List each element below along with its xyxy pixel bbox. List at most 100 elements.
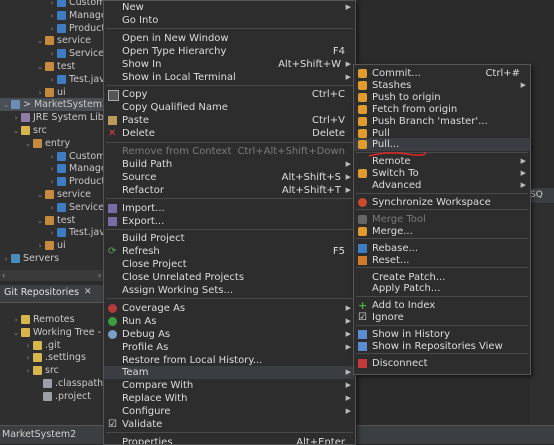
tree-item-servers[interactable]: › Servers [0, 252, 60, 266]
menu-item-source[interactable]: Source Alt+Shift+S ▶ [104, 171, 355, 184]
menu-item-label: Advanced [372, 180, 422, 192]
menu-item-compare-with[interactable]: Compare With ▶ [104, 379, 355, 392]
menu-item-shortcut: F5 [332, 246, 345, 258]
menu-separator [356, 295, 528, 297]
git-item-classpath[interactable]: .classpath [0, 377, 103, 390]
menu-item-replace-with[interactable]: Replace With ▶ [104, 392, 355, 405]
menu-item-build-path[interactable]: Build Path ▶ [104, 158, 355, 171]
gitdis-icon [358, 214, 367, 224]
tree-item-jre-system-libra[interactable]: › JRE System Libra [0, 111, 106, 124]
menu-item-close-project[interactable]: Close Project [104, 258, 355, 271]
tree-item-test[interactable]: ⌄ test [0, 214, 75, 227]
tab-git-repositories[interactable]: Git Repositories ✕ [0, 285, 106, 303]
menu-item-properties[interactable]: Properties Alt+Enter [104, 436, 355, 444]
git-item-settings[interactable]: › .settings [0, 351, 86, 364]
tree-item-entry[interactable]: ⌄ entry [0, 137, 70, 150]
menu-item-paste[interactable]: Paste Ctrl+V [104, 114, 355, 127]
menu-item-open-in-new-window[interactable]: Open in New Window [104, 32, 355, 45]
menu-item-reset[interactable]: Reset... [354, 254, 530, 267]
git-item-src[interactable]: › src [0, 364, 59, 377]
horizontal-scrollbar[interactable]: ‹ › [0, 270, 106, 281]
menu-item-ignore[interactable]: ☑ Ignore [354, 311, 530, 324]
menu-item-assign-working-sets[interactable]: Assign Working Sets... [104, 284, 355, 297]
menu-item-show-in-local-terminal[interactable]: Show in Local Terminal ▶ [104, 71, 355, 84]
expand-arrow-icon[interactable]: › [2, 253, 10, 266]
menu-item-synchronize-workspace[interactable]: Synchronize Workspace [354, 196, 530, 209]
menu-item-validate[interactable]: ☑ Validate [104, 418, 355, 431]
tree-item-ui[interactable]: › ui [0, 239, 66, 252]
git-item-working-tree[interactable]: ⌄ Working Tree - [0, 326, 101, 339]
tree-item-product-jav[interactable]: ›Product.jav [0, 175, 106, 188]
menu-item-label: Source [122, 171, 157, 183]
menu-item-merge[interactable]: Merge... [354, 225, 530, 238]
tree-item-customer-j[interactable]: ›Customer.j [0, 150, 106, 163]
menu-item-profile-as[interactable]: Profile As ▶ [104, 341, 355, 354]
tree-item-service[interactable]: ⌄ service [0, 34, 91, 47]
menu-item-delete[interactable]: ✕ Delete Delete [104, 127, 355, 140]
menu-item-refactor[interactable]: Refactor Alt+Shift+T ▶ [104, 184, 355, 197]
tree-item-test-java[interactable]: ›Test.java [0, 226, 106, 239]
tree-item-service-java[interactable]: ›Service.java [0, 47, 106, 60]
menu-item-refresh[interactable]: ⟳ Refresh F5 [104, 245, 355, 258]
scroll-right-icon[interactable]: › [98, 270, 101, 281]
java-icon [57, 23, 66, 33]
close-icon[interactable]: ✕ [84, 287, 92, 297]
tree-item-marketsystem2[interactable]: ⌄ > MarketSystem2 [0, 98, 106, 112]
tree-item-label: Customer.ja [69, 0, 106, 8]
copy-icon [108, 90, 119, 102]
tree-item-service-jav[interactable]: ›Service.jav [0, 201, 106, 214]
git-item-project[interactable]: .project [0, 390, 91, 403]
tree-item-service[interactable]: ⌄ service [0, 188, 91, 201]
menu-item-debug-as[interactable]: Debug As ▶ [104, 328, 355, 341]
folder-icon [33, 353, 42, 363]
menu-item-label: Assign Working Sets... [122, 285, 234, 296]
tree-item-test-java[interactable]: ›Test.java [0, 73, 106, 86]
folder-icon [33, 340, 42, 350]
menu-item-open-type-hierarchy[interactable]: Open Type Hierarchy F4 [104, 45, 355, 58]
menu-item-team[interactable]: Team ▶ [104, 366, 355, 380]
tree-item-manager-ja[interactable]: ›Manager.ja [0, 9, 106, 22]
tree-item-label: Product.ja [69, 22, 106, 34]
tree-item-customer-ja[interactable]: ›Customer.ja [0, 0, 106, 9]
submenu-arrow-icon: ▶ [345, 185, 351, 194]
import-icon [108, 203, 117, 213]
menu-item-copy-qualified-name[interactable]: Copy Qualified Name [104, 101, 355, 114]
submenu-arrow-icon: ▶ [345, 72, 351, 81]
status-text: MarketSystem2 [2, 429, 77, 440]
tab-sql[interactable]: SQ [530, 188, 554, 203]
tree-item-label: Manager.ja [69, 9, 106, 21]
project-explorer-tree[interactable]: ›Customer.ja›Manager.ja›Product.ja⌄servi… [0, 0, 106, 270]
menu-item-run-as[interactable]: Run As ▶ [104, 315, 355, 328]
menu-item-show-in-repositories-view[interactable]: Show in Repositories View [354, 340, 530, 353]
tree-item-test[interactable]: ⌄ test [0, 60, 75, 73]
git-item-label: .classpath [55, 378, 104, 389]
menu-item-restore-from-local-history[interactable]: Restore from Local History... [104, 354, 355, 367]
menu-item-configure[interactable]: Configure ▶ [104, 405, 355, 418]
tree-item-src[interactable]: ⌄ src [0, 124, 47, 137]
tree-item-ui[interactable]: › ui [0, 86, 66, 99]
tree-item-manager-ja[interactable]: ›Manager.ja [0, 162, 106, 175]
menu-item-close-unrelated-projects[interactable]: Close Unrelated Projects [104, 271, 355, 284]
menu-item-export[interactable]: Export... [104, 215, 355, 228]
menu-item-disconnect[interactable]: Disconnect [354, 357, 530, 370]
menu-item-advanced[interactable]: Advanced ▶ [354, 179, 530, 192]
menu-item-show-in[interactable]: Show In Alt+Shift+W ▶ [104, 58, 355, 71]
menu-item-import[interactable]: Import... [104, 202, 355, 215]
menu-item-copy[interactable]: Copy Ctrl+C [104, 88, 355, 102]
menu-separator [106, 84, 353, 86]
tree-item-product-ja[interactable]: ›Product.ja [0, 22, 106, 35]
menu-item-build-project[interactable]: Build Project [104, 232, 355, 245]
git-item-remotes[interactable]: › Remotes [0, 313, 75, 326]
menu-item-coverage-as[interactable]: Coverage As ▶ [104, 302, 355, 315]
submenu-arrow-icon: ▶ [345, 303, 351, 312]
menu-item-apply-patch[interactable]: Apply Patch... [354, 282, 530, 295]
scroll-left-icon[interactable]: ‹ [2, 270, 5, 281]
git-item-git[interactable]: › .git [0, 339, 61, 352]
project-context-menu: New ▶ Go Into Open in New Window Open Type H… [103, 0, 356, 445]
hist-icon [358, 330, 367, 340]
git-icon [358, 226, 367, 236]
tree-item-label: src [33, 125, 47, 136]
git-icon [358, 140, 367, 150]
menu-item-new[interactable]: New ▶ [104, 1, 355, 14]
menu-item-go-into[interactable]: Go Into [104, 14, 355, 27]
